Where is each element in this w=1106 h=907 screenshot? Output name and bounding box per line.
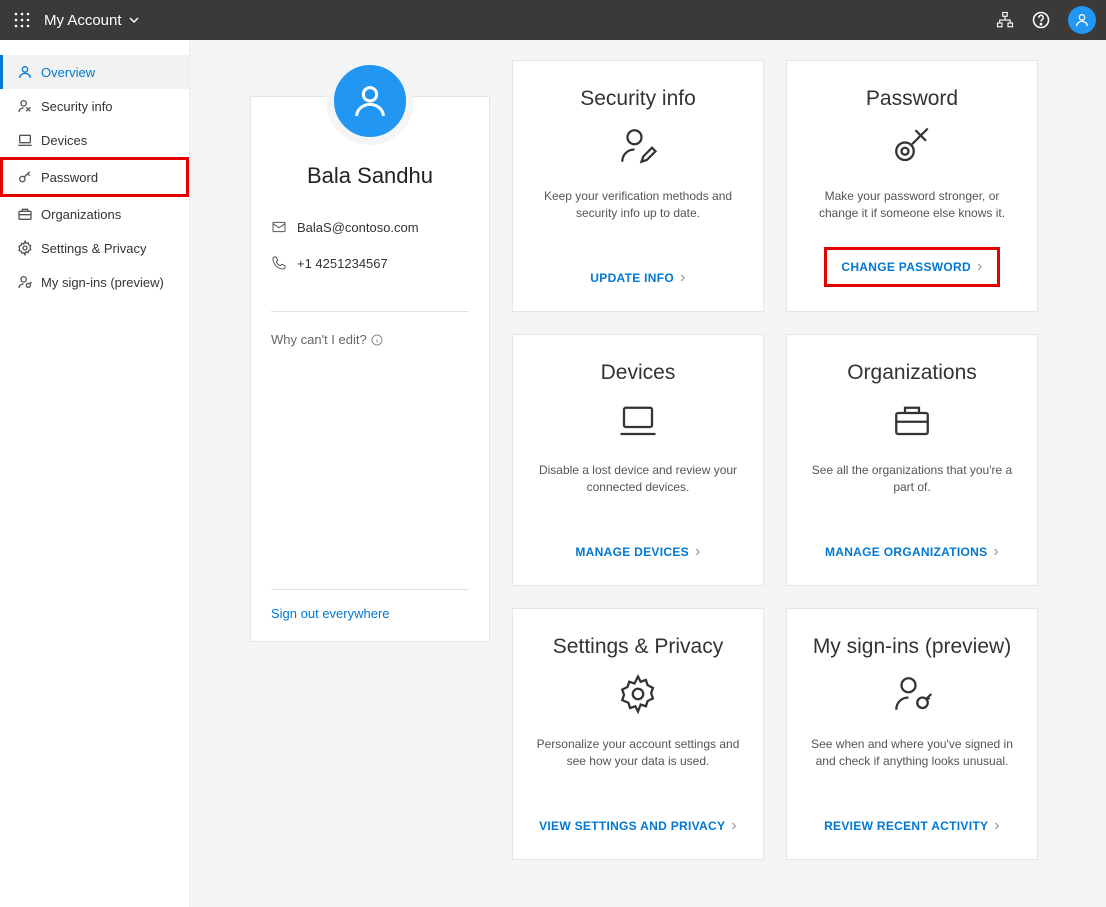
profile-avatar <box>326 57 414 145</box>
header-bar: My Account <box>0 0 1106 40</box>
header-title-label: My Account <box>44 12 122 29</box>
briefcase-large-icon <box>891 399 933 446</box>
sidebar-item-label: Settings & Privacy <box>41 241 147 256</box>
review-activity-button[interactable]: REVIEW RECENT ACTIVITY <box>824 817 1000 835</box>
card-desc: Disable a lost device and review your co… <box>531 462 745 543</box>
info-icon <box>371 334 383 346</box>
why-cant-edit-link[interactable]: Why can't I edit? <box>271 332 469 347</box>
briefcase-icon <box>17 206 33 222</box>
sidebar-item-label: Security info <box>41 99 113 114</box>
profile-name: Bala Sandhu <box>271 163 469 189</box>
security-info-icon <box>617 125 659 172</box>
help-icon[interactable] <box>1032 11 1050 29</box>
profile-email-row: BalaS@contoso.com <box>271 219 469 235</box>
gear-large-icon <box>617 673 659 720</box>
update-info-button[interactable]: UPDATE INFO <box>590 269 685 287</box>
app-launcher-icon[interactable] <box>10 8 34 32</box>
key-icon <box>17 169 33 185</box>
signins-large-icon <box>891 673 933 720</box>
main-content: Bala Sandhu BalaS@contoso.com +1 4251234… <box>190 40 1106 907</box>
security-icon <box>17 98 33 114</box>
profile-email: BalaS@contoso.com <box>297 220 419 235</box>
header-title-dropdown[interactable]: My Account <box>44 12 140 29</box>
chevron-down-icon <box>128 14 140 26</box>
org-icon[interactable] <box>996 11 1014 29</box>
card-my-signins: My sign-ins (preview) See when and where… <box>786 608 1038 860</box>
sidebar-item-my-signins[interactable]: My sign-ins (preview) <box>0 265 189 299</box>
sidebar-item-label: My sign-ins (preview) <box>41 275 164 290</box>
phone-icon <box>271 255 287 271</box>
card-devices: Devices Disable a lost device and review… <box>512 334 764 586</box>
card-desc: Personalize your account settings and se… <box>531 736 745 817</box>
profile-divider <box>271 311 469 312</box>
profile-phone-row: +1 4251234567 <box>271 255 469 271</box>
card-settings-privacy: Settings & Privacy Personalize your acco… <box>512 608 764 860</box>
card-desc: See when and where you've signed in and … <box>805 736 1019 817</box>
sidebar-item-password[interactable]: Password <box>0 157 189 197</box>
card-organizations: Organizations See all the organizations … <box>786 334 1038 586</box>
card-desc: Make your password stronger, or change i… <box>805 188 1019 247</box>
profile-card: Bala Sandhu BalaS@contoso.com +1 4251234… <box>250 96 490 642</box>
sidebar-item-label: Password <box>41 170 98 185</box>
manage-devices-button[interactable]: MANAGE DEVICES <box>575 543 700 561</box>
sidebar-item-security-info[interactable]: Security info <box>0 89 189 123</box>
card-desc: Keep your verification methods and secur… <box>531 188 745 269</box>
sidebar-item-overview[interactable]: Overview <box>0 55 189 89</box>
sidebar: Overview Security info Devices Password … <box>0 40 190 907</box>
view-settings-button[interactable]: VIEW SETTINGS AND PRIVACY <box>539 817 737 835</box>
card-title: Password <box>866 87 958 111</box>
user-avatar[interactable] <box>1068 6 1096 34</box>
sign-out-everywhere-link[interactable]: Sign out everywhere <box>271 589 469 621</box>
signins-icon <box>17 274 33 290</box>
sidebar-item-devices[interactable]: Devices <box>0 123 189 157</box>
key-large-icon <box>891 125 933 172</box>
sidebar-item-label: Organizations <box>41 207 121 222</box>
card-title: Settings & Privacy <box>553 635 723 659</box>
sidebar-item-label: Devices <box>41 133 87 148</box>
card-title: Security info <box>580 87 696 111</box>
card-desc: See all the organizations that you're a … <box>805 462 1019 543</box>
sidebar-item-label: Overview <box>41 65 95 80</box>
cards-grid: Security info Keep your verification met… <box>512 60 1038 860</box>
profile-phone: +1 4251234567 <box>297 256 388 271</box>
card-title: Organizations <box>847 361 977 385</box>
card-title: My sign-ins (preview) <box>813 635 1011 659</box>
change-password-button[interactable]: CHANGE PASSWORD <box>824 247 999 287</box>
mail-icon <box>271 219 287 235</box>
card-security-info: Security info Keep your verification met… <box>512 60 764 312</box>
card-password: Password Make your password stronger, or… <box>786 60 1038 312</box>
laptop-large-icon <box>617 399 659 446</box>
card-title: Devices <box>601 361 676 385</box>
sidebar-item-settings-privacy[interactable]: Settings & Privacy <box>0 231 189 265</box>
sidebar-item-organizations[interactable]: Organizations <box>0 197 189 231</box>
manage-organizations-button[interactable]: MANAGE ORGANIZATIONS <box>825 543 999 561</box>
gear-icon <box>17 240 33 256</box>
person-icon <box>17 64 33 80</box>
laptop-icon <box>17 132 33 148</box>
